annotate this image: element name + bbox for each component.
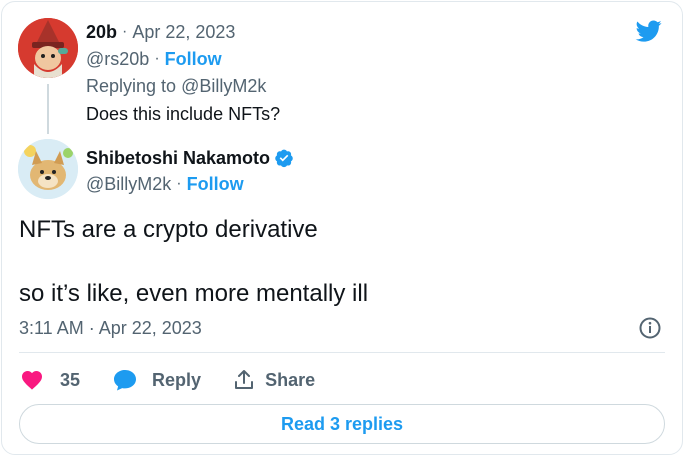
like-count: 35 xyxy=(60,369,81,390)
share-button[interactable]: Share xyxy=(233,368,315,392)
avatar-cartoon-image xyxy=(18,18,78,78)
main-author-name[interactable]: Shibetoshi Nakamoto xyxy=(86,148,270,169)
reply-date[interactable]: Apr 22, 2023 xyxy=(132,22,235,43)
divider xyxy=(19,352,665,353)
replying-to-handle[interactable]: @BillyM2k xyxy=(181,76,266,97)
share-icon xyxy=(235,370,254,389)
follow-button[interactable]: Follow xyxy=(187,174,244,195)
tweet-actions: 35 Reply Share xyxy=(20,365,315,395)
tweet-text-line-2: so it’s like, even more mentally ill xyxy=(19,280,369,307)
like-button[interactable]: 35 xyxy=(20,368,80,392)
separator-dot: · xyxy=(176,175,182,192)
replying-to-label: Replying to xyxy=(86,75,177,96)
tweet-timestamp[interactable]: 3:11 AM · Apr 22, 2023 xyxy=(19,318,202,339)
reply-author-name[interactable]: 20b xyxy=(86,22,117,43)
main-author-handle[interactable]: @BillyM2k xyxy=(86,174,171,195)
follow-button[interactable]: Follow xyxy=(165,49,222,70)
separator-dot: · xyxy=(154,50,160,67)
reply-bubble-icon xyxy=(114,370,137,391)
avatar[interactable] xyxy=(18,139,78,199)
reply-button[interactable]: Reply xyxy=(112,368,201,392)
separator-dot: · xyxy=(122,23,128,40)
info-icon[interactable] xyxy=(638,316,662,340)
reply-author-handle[interactable]: @rs20b xyxy=(86,49,149,70)
twitter-bird-icon[interactable] xyxy=(634,18,664,44)
reply-tweet-text: Does this include NFTs? xyxy=(86,103,281,124)
heart-icon xyxy=(22,371,42,390)
share-label: Share xyxy=(265,369,316,390)
tweet-text-line-1: NFTs are a crypto derivative xyxy=(19,216,318,243)
thread-connector-line xyxy=(47,84,49,134)
avatar[interactable] xyxy=(18,18,78,78)
verified-badge-icon xyxy=(275,149,293,168)
reply-label: Reply xyxy=(152,369,202,390)
read-replies-button[interactable]: Read 3 replies xyxy=(19,404,665,444)
avatar-doge-image xyxy=(18,139,78,199)
